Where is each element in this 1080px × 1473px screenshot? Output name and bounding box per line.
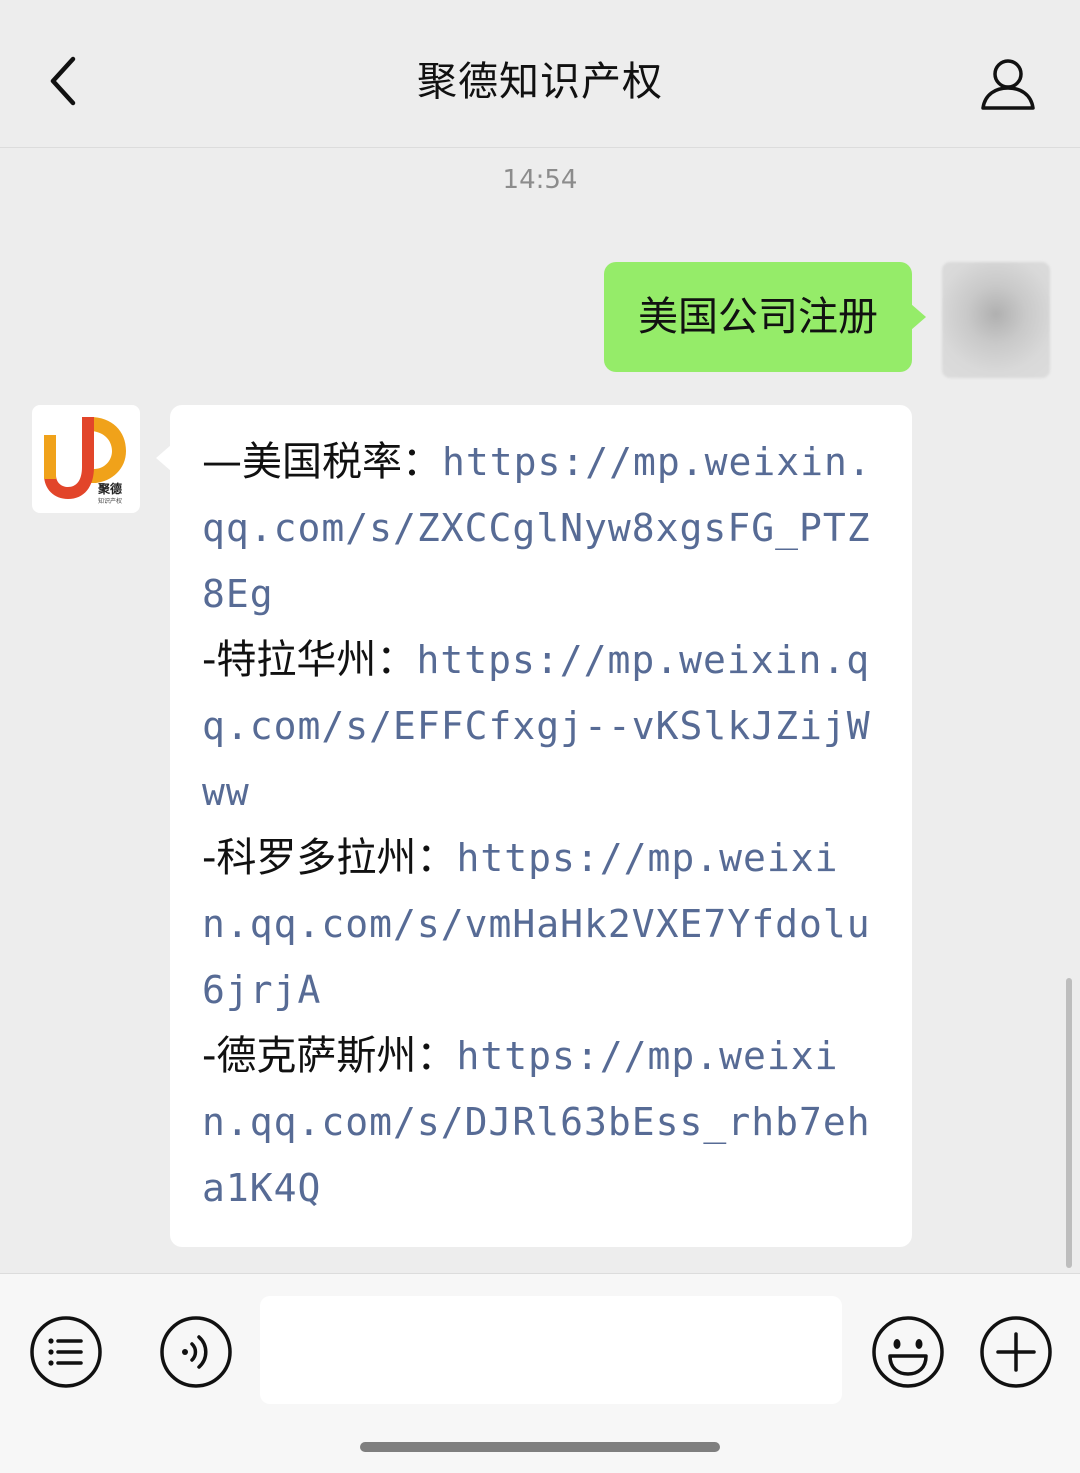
home-indicator[interactable]: [360, 1442, 720, 1452]
avatar[interactable]: [942, 262, 1050, 378]
message-input[interactable]: [260, 1296, 842, 1404]
jd-logo-icon: 聚德 知识产权: [44, 417, 126, 505]
entry-label: -德克萨斯州：: [202, 1033, 457, 1079]
message-timestamp: 14:54: [502, 165, 578, 195]
plus-icon: [980, 1316, 1052, 1388]
emoji-icon: [872, 1316, 944, 1388]
chat-header: 聚德知识产权: [0, 0, 1080, 148]
input-bar: [0, 1273, 1080, 1473]
voice-button[interactable]: [158, 1314, 234, 1390]
menu-button[interactable]: [28, 1314, 104, 1390]
emoji-button[interactable]: [870, 1314, 946, 1390]
person-icon: [981, 59, 1035, 110]
outgoing-bubble[interactable]: 美国公司注册: [604, 262, 926, 372]
incoming-bubble: —美国税率：https://mp.weixin.qq.com/s/ZXCCglN…: [156, 405, 912, 1247]
link-entry: -科罗多拉州：https://mp.weixin.qq.com/s/vmHaHk…: [202, 825, 882, 1023]
list-menu-icon: [30, 1316, 102, 1388]
entry-label: -特拉华州：: [202, 637, 417, 683]
link-entry: -德克萨斯州：https://mp.weixin.qq.com/s/DJRl63…: [202, 1023, 882, 1221]
brand-subcaption: 知识产权: [98, 497, 122, 505]
brand-caption: 聚德: [97, 481, 122, 496]
chat-title: 聚德知识产权: [417, 59, 663, 105]
link-entry: -特拉华州：https://mp.weixin.qq.com/s/EFFCfxg…: [202, 627, 882, 825]
link-entry: —美国税率：https://mp.weixin.qq.com/s/ZXCCglN…: [202, 429, 882, 627]
outgoing-message: 美国公司注册: [604, 262, 1050, 378]
profile-button[interactable]: [968, 44, 1048, 124]
scrollbar[interactable]: [1066, 978, 1072, 1268]
entry-label: —美国税率：: [202, 439, 442, 485]
voice-icon: [160, 1316, 232, 1388]
brand-avatar[interactable]: 聚德 知识产权: [32, 405, 140, 513]
plus-button[interactable]: [978, 1314, 1054, 1390]
incoming-message: 聚德 知识产权 —美国税率：https://mp.weixin.qq.com/s…: [32, 405, 912, 1247]
entry-label: -科罗多拉州：: [202, 835, 457, 881]
